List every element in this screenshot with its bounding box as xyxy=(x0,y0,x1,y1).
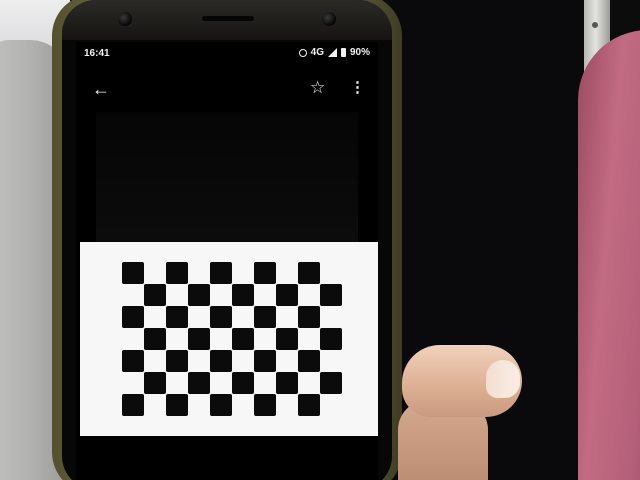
checker-square-light xyxy=(320,350,342,372)
checker-square-light xyxy=(276,394,298,416)
checker-square-light xyxy=(320,262,342,284)
checker-square-dark xyxy=(276,372,298,394)
checker-square-dark xyxy=(210,394,232,416)
checker-square-light xyxy=(254,328,276,350)
image-viewer-dark-area xyxy=(96,112,358,242)
checker-square-light xyxy=(188,394,210,416)
checker-square-dark xyxy=(188,284,210,306)
checker-square-dark xyxy=(210,306,232,328)
checker-square-dark xyxy=(298,306,320,328)
checker-square-dark xyxy=(276,284,298,306)
checker-square-dark xyxy=(320,328,342,350)
checker-square-dark xyxy=(298,262,320,284)
status-time: 16:41 xyxy=(84,48,110,59)
checker-square-dark xyxy=(144,372,166,394)
checker-square-light xyxy=(188,262,210,284)
proximity-sensor-icon xyxy=(322,12,336,26)
checker-square-dark xyxy=(254,262,276,284)
alarm-icon xyxy=(298,48,307,57)
checker-square-dark xyxy=(122,394,144,416)
checker-square-light xyxy=(276,262,298,284)
checker-square-light xyxy=(276,306,298,328)
checker-square-dark xyxy=(144,284,166,306)
checker-square-light xyxy=(232,306,254,328)
checker-square-dark xyxy=(232,328,254,350)
checker-square-light xyxy=(320,306,342,328)
checkerboard-pattern xyxy=(122,262,342,416)
checker-square-light xyxy=(166,328,188,350)
signal-icon xyxy=(327,48,337,57)
checker-square-light xyxy=(166,372,188,394)
checker-square-dark xyxy=(188,328,210,350)
front-camera-icon xyxy=(118,12,132,26)
checker-square-light xyxy=(210,284,232,306)
thumbnail-nail xyxy=(486,360,520,398)
network-label: 4G xyxy=(310,47,324,58)
checker-square-light xyxy=(232,394,254,416)
checker-square-dark xyxy=(210,262,232,284)
checker-square-light xyxy=(122,284,144,306)
checker-square-light xyxy=(122,372,144,394)
checker-square-dark xyxy=(166,350,188,372)
displayed-image[interactable] xyxy=(80,242,378,436)
checker-square-dark xyxy=(210,350,232,372)
screw-icon xyxy=(592,22,598,28)
checker-square-dark xyxy=(320,284,342,306)
checker-square-dark xyxy=(144,328,166,350)
checker-square-light xyxy=(320,394,342,416)
checker-square-dark xyxy=(166,262,188,284)
checker-square-light xyxy=(188,350,210,372)
checker-square-dark xyxy=(166,394,188,416)
checker-square-light xyxy=(144,394,166,416)
checker-square-light xyxy=(254,372,276,394)
checker-square-dark xyxy=(276,328,298,350)
checker-square-dark xyxy=(122,350,144,372)
checker-square-light xyxy=(298,372,320,394)
checker-square-light xyxy=(254,284,276,306)
status-icons: 4G 90% xyxy=(298,47,370,58)
checker-square-dark xyxy=(188,372,210,394)
battery-level: 90% xyxy=(349,47,370,58)
status-bar: 16:41 4G 90% xyxy=(76,42,378,64)
checker-square-light xyxy=(188,306,210,328)
checker-square-light xyxy=(144,350,166,372)
checker-square-light xyxy=(144,262,166,284)
checker-square-dark xyxy=(232,284,254,306)
checker-square-dark xyxy=(320,372,342,394)
checker-square-light xyxy=(232,262,254,284)
earpiece-speaker xyxy=(202,16,254,21)
photo-scene: 16:41 4G 90% ← ☆ ⋮ xyxy=(0,0,640,480)
phone-screen: 16:41 4G 90% ← ☆ ⋮ xyxy=(76,42,378,480)
back-arrow-icon[interactable]: ← xyxy=(92,80,110,98)
checker-square-light xyxy=(166,284,188,306)
checker-square-dark xyxy=(166,306,188,328)
checker-square-light xyxy=(210,328,232,350)
checker-square-dark xyxy=(254,350,276,372)
app-bar: ← ☆ ⋮ xyxy=(76,76,378,104)
checker-square-light xyxy=(298,328,320,350)
checker-square-dark xyxy=(122,306,144,328)
pink-towel xyxy=(578,30,640,480)
checker-square-light xyxy=(122,328,144,350)
checker-square-dark xyxy=(232,372,254,394)
checker-square-light xyxy=(210,372,232,394)
checker-square-dark xyxy=(298,394,320,416)
checker-square-light xyxy=(232,350,254,372)
checker-square-light xyxy=(298,284,320,306)
checker-square-dark xyxy=(122,262,144,284)
star-icon[interactable]: ☆ xyxy=(310,78,325,98)
checker-square-dark xyxy=(254,394,276,416)
checker-square-light xyxy=(276,350,298,372)
checker-square-dark xyxy=(254,306,276,328)
checker-square-dark xyxy=(298,350,320,372)
checker-square-light xyxy=(144,306,166,328)
battery-icon xyxy=(340,48,346,57)
more-vertical-icon[interactable]: ⋮ xyxy=(350,80,365,96)
